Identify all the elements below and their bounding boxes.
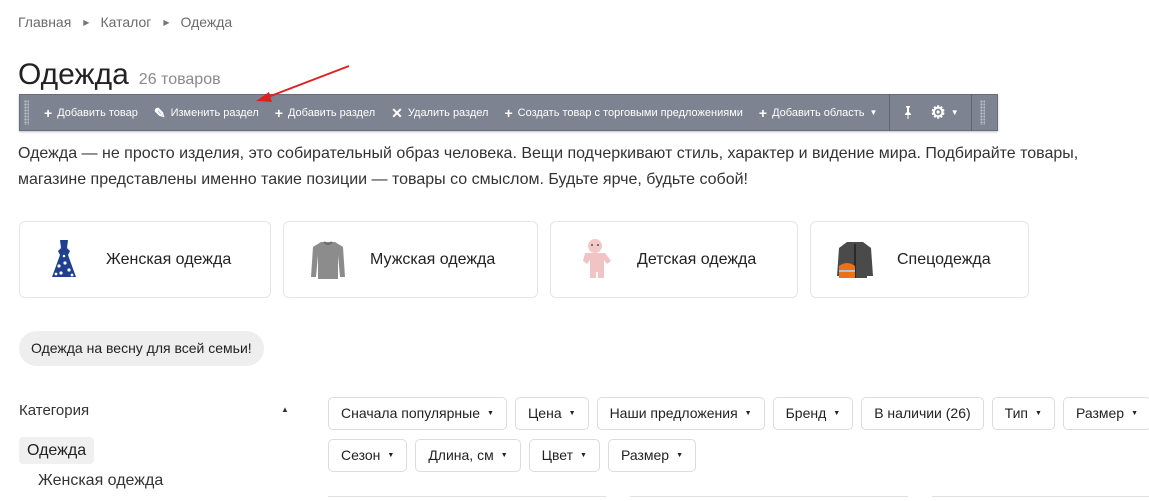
sweater-icon [304, 236, 352, 284]
filter-label: Сезон [341, 447, 381, 463]
filter-size-2[interactable]: Размер ▼ [607, 439, 697, 472]
filter-length[interactable]: Длина, см ▼ [415, 439, 521, 472]
create-product-with-offers-label: Создать товар с торговыми предложениями [517, 106, 743, 119]
filter-in-stock[interactable]: В наличии (26) [861, 397, 984, 430]
pin-icon [902, 105, 914, 121]
admin-toolbar: + Добавить товар ✎ Изменить раздел + Доб… [19, 94, 998, 131]
filter-row: Сначала популярные ▼ Цена ▼ Наши предложен… [328, 397, 1149, 430]
edit-section-button[interactable]: ✎ Изменить раздел [146, 95, 267, 130]
chevron-down-icon: ▼ [500, 452, 508, 459]
filter-type[interactable]: Тип ▼ [991, 397, 1055, 430]
filter-brand[interactable]: Бренд ▼ [772, 397, 854, 430]
category-label: Женская одежда [106, 250, 232, 268]
filter-label: Размер [1075, 405, 1125, 421]
breadcrumb: Главная ▶ Каталог ▶ Одежда [18, 14, 232, 30]
category-label: Детская одежда [637, 250, 757, 268]
add-area-button[interactable]: + Добавить область ▼ [751, 95, 886, 130]
breadcrumb-home[interactable]: Главная [18, 14, 71, 30]
filter-price[interactable]: Цена ▼ [514, 397, 589, 430]
add-area-label: Добавить область [772, 106, 865, 119]
product-count: 26 товаров [138, 71, 221, 88]
chevron-down-icon: ▼ [487, 410, 494, 417]
toolbar-resize-handle[interactable] [979, 100, 985, 125]
sort-popular-dropdown[interactable]: Сначала популярные ▼ [328, 397, 507, 430]
filter-label: Бренд [785, 405, 827, 421]
delete-section-button[interactable]: ✕ Удалить раздел [383, 95, 496, 130]
plus-icon: + [274, 104, 283, 121]
workwear-jacket-icon [831, 236, 879, 284]
close-icon: ✕ [391, 104, 403, 121]
pencil-icon: ✎ [153, 104, 166, 121]
chevron-down-icon: ▼ [676, 452, 684, 459]
chevron-down-icon: ▼ [387, 452, 395, 459]
filter-offers[interactable]: Наши предложения ▼ [596, 397, 765, 430]
add-section-button[interactable]: + Добавить раздел [267, 95, 383, 130]
filter-row: Сезон ▼ Длина, см ▼ Цвет ▼ Размер ▼ [328, 439, 704, 472]
section-description: Одежда — не просто изделия, это собирате… [18, 141, 1149, 193]
chevron-down-icon: ▼ [744, 410, 752, 417]
breadcrumb-catalog[interactable]: Каталог [100, 14, 151, 30]
filter-label: Сначала популярные [341, 405, 481, 421]
filter-label: В наличии (26) [874, 405, 971, 421]
chevron-down-icon: ▼ [950, 108, 959, 117]
breadcrumb-current[interactable]: Одежда [181, 14, 233, 30]
chevron-down-icon: ▼ [1131, 410, 1139, 417]
edit-section-label: Изменить раздел [170, 106, 259, 119]
filter-label: Длина, см [428, 447, 494, 463]
category-label: Мужская одежда [370, 250, 496, 268]
chevron-down-icon: ▼ [869, 108, 878, 117]
add-product-label: Добавить товар [57, 106, 138, 119]
baby-onesie-icon [571, 236, 619, 284]
tag-pill[interactable]: Одежда на весну для всей семьи! [19, 331, 264, 366]
category-label: Спецодежда [897, 250, 991, 268]
sidebar-category-title[interactable]: Категория [19, 402, 89, 419]
chevron-down-icon: ▼ [568, 410, 576, 417]
add-section-label: Добавить раздел [287, 106, 376, 119]
filter-label: Тип [1004, 405, 1029, 421]
category-card-women[interactable]: Женская одежда [19, 221, 271, 298]
plus-icon: + [758, 104, 768, 121]
filter-label: Цена [527, 405, 562, 421]
breadcrumb-separator-icon: ▶ [83, 17, 90, 27]
filter-season[interactable]: Сезон ▼ [328, 439, 408, 472]
category-card-men[interactable]: Мужская одежда [283, 221, 538, 298]
create-product-with-offers-button[interactable]: + Создать товар с торговыми предложениям… [496, 95, 750, 130]
description-line: магазине представлены именно такие позиц… [18, 171, 748, 188]
sidebar-item-active[interactable]: Одежда [19, 437, 95, 464]
category-card-kids[interactable]: Детская одежда [550, 221, 798, 298]
delete-section-label: Удалить раздел [407, 106, 489, 119]
settings-button[interactable]: ⚙ ▼ [922, 95, 966, 130]
page-title: Одежда [18, 58, 129, 91]
dress-icon [40, 236, 88, 284]
description-line: Одежда — не просто изделия, это собирате… [18, 145, 1079, 162]
filter-label: Цвет [541, 447, 574, 463]
filter-color[interactable]: Цвет ▼ [528, 439, 600, 472]
category-card-workwear[interactable]: Спецодежда [810, 221, 1029, 298]
plus-icon: + [504, 104, 513, 121]
chevron-down-icon: ▼ [833, 410, 841, 417]
chevron-down-icon: ▼ [1035, 410, 1042, 417]
plus-icon: + [44, 104, 53, 121]
breadcrumb-separator-icon: ▶ [163, 17, 170, 27]
toolbar-divider [970, 94, 972, 131]
filter-size[interactable]: Размер ▼ [1062, 397, 1149, 430]
toolbar-drag-handle[interactable] [24, 100, 29, 125]
chevron-up-icon[interactable]: ▲ [281, 405, 289, 414]
sidebar-item-women[interactable]: Женская одежда [38, 472, 163, 490]
page-title-row: Одежда 26 товаров [18, 58, 221, 92]
filter-label: Размер [620, 447, 670, 463]
chevron-down-icon: ▼ [580, 452, 587, 459]
add-product-button[interactable]: + Добавить товар [36, 95, 146, 130]
gear-icon: ⚙ [930, 103, 946, 122]
toolbar-divider [889, 94, 891, 131]
filter-label: Наши предложения [609, 405, 738, 421]
pin-button[interactable] [894, 95, 922, 130]
